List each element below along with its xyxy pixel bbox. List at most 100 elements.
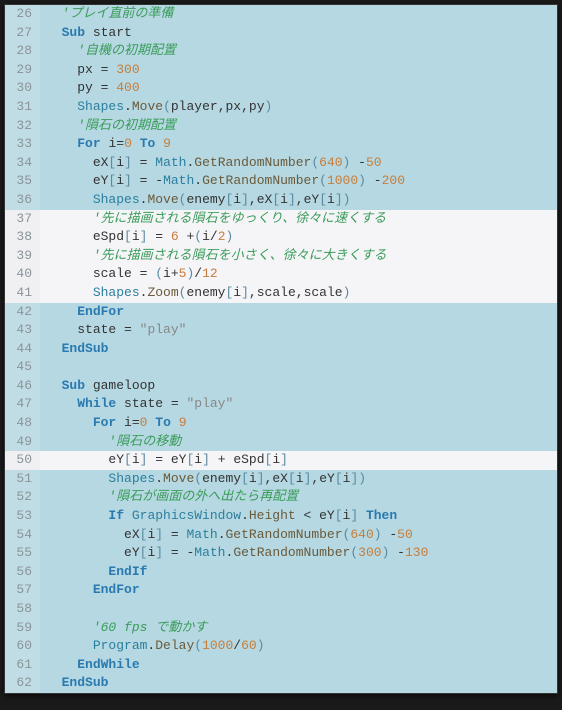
- code-content[interactable]: 'プレイ直前の準備: [40, 5, 173, 24]
- code-content[interactable]: Program.Delay(1000/60): [40, 637, 265, 656]
- token-num: 400: [116, 80, 139, 95]
- code-content[interactable]: Shapes.Move(enemy[i],eX[i],eY[i]): [40, 470, 366, 489]
- code-line[interactable]: 43 state = "play": [5, 321, 557, 340]
- code-content[interactable]: '隕石の初期配置: [40, 117, 176, 136]
- code-line[interactable]: 58: [5, 600, 557, 619]
- token-num: 200: [382, 173, 405, 188]
- code-editor[interactable]: 26 'プレイ直前の準備27 Sub start28 '自機の初期配置29 px…: [4, 4, 558, 694]
- code-line[interactable]: 33 For i=0 To 9: [5, 135, 557, 154]
- token-id: eY: [319, 508, 335, 523]
- code-line[interactable]: 41 Shapes.Zoom(enemy[i],scale,scale): [5, 284, 557, 303]
- code-line[interactable]: 47 While state = "play": [5, 395, 557, 414]
- code-content[interactable]: '隕石の移動: [40, 433, 181, 452]
- code-line[interactable]: 26 'プレイ直前の準備: [5, 5, 557, 24]
- code-line[interactable]: 59 '60 fps で動かす: [5, 619, 557, 638]
- code-line[interactable]: 56 EndIf: [5, 563, 557, 582]
- code-line[interactable]: 32 '隕石の初期配置: [5, 117, 557, 136]
- code-line[interactable]: 51 Shapes.Move(enemy[i],eX[i],eY[i]): [5, 470, 557, 489]
- code-content[interactable]: scale = (i+5)/12: [40, 265, 218, 284]
- line-number: 38: [5, 228, 40, 247]
- code-line[interactable]: 50 eY[i] = eY[i] + eSpd[i]: [5, 451, 557, 470]
- code-content[interactable]: px = 300: [40, 61, 140, 80]
- code-line[interactable]: 35 eY[i] = -Math.GetRandomNumber(1000) -…: [5, 172, 557, 191]
- code-content[interactable]: py = 400: [40, 79, 140, 98]
- code-content[interactable]: EndFor: [40, 581, 140, 600]
- code-content[interactable]: '先に描画される隕石をゆっくり、徐々に速くする: [40, 210, 386, 229]
- token-br: ): [374, 527, 382, 542]
- token-cm: '自機の初期配置: [77, 43, 176, 58]
- token-br: ]: [202, 452, 210, 467]
- code-content[interactable]: '隕石が画面の外へ出たら再配置: [40, 488, 298, 507]
- code-line[interactable]: 29 px = 300: [5, 61, 557, 80]
- code-line[interactable]: 62 EndSub: [5, 674, 557, 693]
- token-br: ]: [288, 192, 296, 207]
- token-br: ): [343, 192, 351, 207]
- code-line[interactable]: 36 Shapes.Move(enemy[i],eX[i],eY[i]): [5, 191, 557, 210]
- code-content[interactable]: [40, 600, 93, 619]
- code-content[interactable]: state = "play": [40, 321, 186, 340]
- code-content[interactable]: '自機の初期配置: [40, 42, 176, 61]
- code-content[interactable]: eX[i] = Math.GetRandomNumber(640) -50: [40, 526, 413, 545]
- code-content[interactable]: eY[i] = eY[i] + eSpd[i]: [40, 451, 288, 470]
- token-br: ): [265, 99, 273, 114]
- code-content[interactable]: For i=0 To 9: [40, 414, 187, 433]
- code-line[interactable]: 34 eX[i] = Math.GetRandomNumber(640) -50: [5, 154, 557, 173]
- code-content[interactable]: '60 fps で動かす: [40, 619, 207, 638]
- code-line[interactable]: 42 EndFor: [5, 303, 557, 322]
- token-num: 300: [358, 545, 381, 560]
- code-line[interactable]: 53 If GraphicsWindow.Height < eY[i] Then: [5, 507, 557, 526]
- token-num: 50: [397, 527, 413, 542]
- token-op: =: [163, 527, 186, 542]
- code-line[interactable]: 55 eY[i] = -Math.GetRandomNumber(300) -1…: [5, 544, 557, 563]
- code-line[interactable]: 60 Program.Delay(1000/60): [5, 637, 557, 656]
- code-content[interactable]: EndWhile: [40, 656, 140, 675]
- code-line[interactable]: 54 eX[i] = Math.GetRandomNumber(640) -50: [5, 526, 557, 545]
- code-line[interactable]: 27 Sub start: [5, 24, 557, 43]
- token-op: [132, 136, 140, 151]
- code-content[interactable]: EndIf: [40, 563, 147, 582]
- code-content[interactable]: For i=0 To 9: [40, 135, 171, 154]
- code-line[interactable]: 28 '自機の初期配置: [5, 42, 557, 61]
- code-line[interactable]: 48 For i=0 To 9: [5, 414, 557, 433]
- code-line[interactable]: 39 '先に描画される隕石を小さく、徐々に大きくする: [5, 247, 557, 266]
- code-line[interactable]: 40 scale = (i+5)/12: [5, 265, 557, 284]
- token-op: .: [155, 471, 163, 486]
- code-line[interactable]: 38 eSpd[i] = 6 +(i/2): [5, 228, 557, 247]
- code-content[interactable]: Sub start: [40, 24, 132, 43]
- code-content[interactable]: EndFor: [40, 303, 124, 322]
- code-line[interactable]: 61 EndWhile: [5, 656, 557, 675]
- code-line[interactable]: 37 '先に描画される隕石をゆっくり、徐々に速くする: [5, 210, 557, 229]
- code-content[interactable]: eY[i] = -Math.GetRandomNumber(300) -130: [40, 544, 428, 563]
- code-content[interactable]: Sub gameloop: [40, 377, 155, 396]
- line-number: 46: [5, 377, 40, 396]
- code-content[interactable]: Shapes.Move(enemy[i],eX[i],eY[i]): [40, 191, 350, 210]
- token-cls: GraphicsWindow: [132, 508, 241, 523]
- code-content[interactable]: eY[i] = -Math.GetRandomNumber(1000) -200: [40, 172, 405, 191]
- code-content[interactable]: While state = "play": [40, 395, 233, 414]
- code-line[interactable]: 31 Shapes.Move(player,px,py): [5, 98, 557, 117]
- code-content[interactable]: eX[i] = Math.GetRandomNumber(640) -50: [40, 154, 382, 173]
- code-line[interactable]: 44 EndSub: [5, 340, 557, 359]
- code-line[interactable]: 57 EndFor: [5, 581, 557, 600]
- code-content[interactable]: '先に描画される隕石を小さく、徐々に大きくする: [40, 247, 387, 266]
- code-content[interactable]: EndSub: [40, 340, 108, 359]
- code-content[interactable]: eSpd[i] = 6 +(i/2): [40, 228, 233, 247]
- token-op: ,: [296, 285, 304, 300]
- token-kw: EndSub: [62, 675, 109, 690]
- token-cls: Program: [93, 638, 148, 653]
- code-line[interactable]: 49 '隕石の移動: [5, 433, 557, 452]
- token-op: =: [132, 415, 140, 430]
- token-id: i: [272, 452, 280, 467]
- token-kw: EndWhile: [77, 657, 139, 672]
- code-line[interactable]: 52 '隕石が画面の外へ出たら再配置: [5, 488, 557, 507]
- code-line[interactable]: 45: [5, 358, 557, 377]
- code-content[interactable]: If GraphicsWindow.Height < eY[i] Then: [40, 507, 397, 526]
- code-line[interactable]: 30 py = 400: [5, 79, 557, 98]
- code-content[interactable]: [40, 358, 62, 377]
- code-content[interactable]: Shapes.Move(player,px,py): [40, 98, 272, 117]
- code-content[interactable]: Shapes.Zoom(enemy[i],scale,scale): [40, 284, 350, 303]
- code-line[interactable]: 46 Sub gameloop: [5, 377, 557, 396]
- code-content[interactable]: EndSub: [40, 674, 108, 693]
- line-number: 43: [5, 321, 40, 340]
- token-br: (: [319, 173, 327, 188]
